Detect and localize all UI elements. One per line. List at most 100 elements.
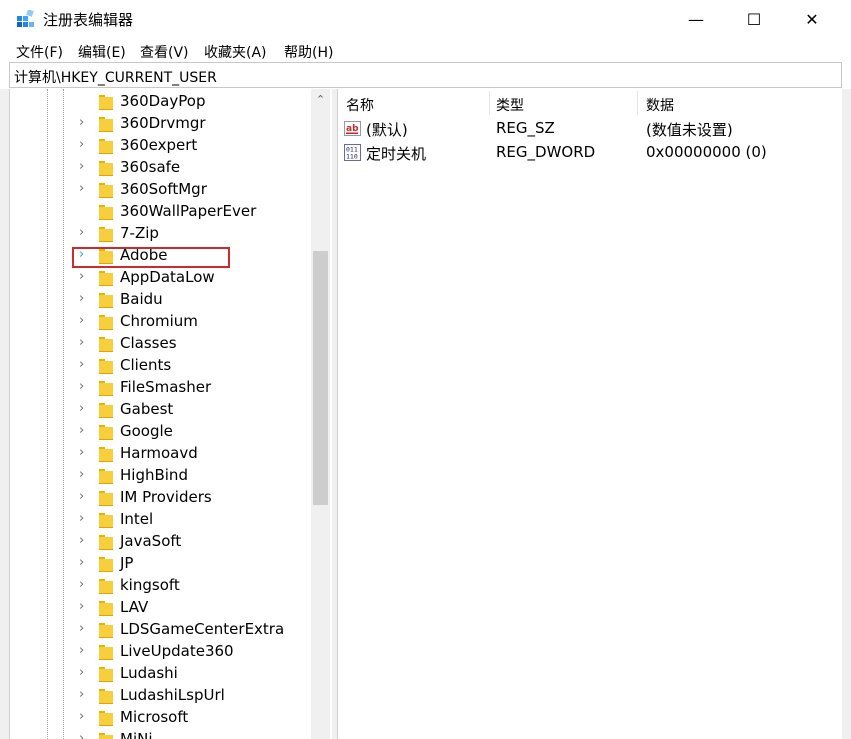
- tree-item-highbind[interactable]: › HighBind: [10, 465, 310, 487]
- chevron-right-icon[interactable]: ›: [79, 732, 91, 739]
- chevron-right-icon[interactable]: ›: [79, 160, 91, 174]
- chevron-right-icon[interactable]: ›: [79, 292, 91, 306]
- folder-icon: [99, 403, 113, 418]
- tree-item-label: Google: [120, 422, 173, 440]
- tree-item-7-zip[interactable]: › 7-Zip: [10, 223, 310, 245]
- folder-icon: [99, 161, 113, 176]
- folder-icon: [99, 315, 113, 330]
- menu-favorites[interactable]: 收藏夹(A): [204, 42, 267, 62]
- folder-icon: [99, 381, 113, 396]
- tree-item-chromium[interactable]: › Chromium: [10, 311, 310, 333]
- close-button[interactable]: ✕: [783, 0, 841, 38]
- tree-item-lav[interactable]: › LAV: [10, 597, 310, 619]
- tree-item-javasoft[interactable]: › JavaSoft: [10, 531, 310, 553]
- address-path[interactable]: 计算机\HKEY_CURRENT_USER: [14, 67, 217, 87]
- folder-icon: [99, 117, 113, 132]
- chevron-right-icon[interactable]: ›: [79, 380, 91, 394]
- tree-item-harmoavd[interactable]: › Harmoavd: [10, 443, 310, 465]
- scroll-thumb[interactable]: [313, 251, 328, 505]
- menu-help[interactable]: 帮助(H): [284, 42, 333, 62]
- tree-item-label: HighBind: [120, 466, 188, 484]
- registry-tree[interactable]: 360DayPop › 360Drvmgr › 360expert › 360safe › 36…: [9, 89, 331, 739]
- chevron-right-icon[interactable]: ›: [79, 578, 91, 592]
- tree-item-mini[interactable]: › MiNi: [10, 729, 310, 739]
- minimize-button[interactable]: —: [667, 0, 725, 38]
- folder-icon: [99, 689, 113, 704]
- chevron-right-icon[interactable]: ›: [79, 424, 91, 438]
- tree-item-im-providers[interactable]: › IM Providers: [10, 487, 310, 509]
- tree-item-intel[interactable]: › Intel: [10, 509, 310, 531]
- value-row-default[interactable]: ab (默认) REG_SZ (数值未设置): [338, 117, 843, 141]
- chevron-right-icon[interactable]: ›: [79, 314, 91, 328]
- tree-item-360drvmgr[interactable]: › 360Drvmgr: [10, 113, 310, 135]
- tree-item-label: 360SoftMgr: [120, 180, 207, 198]
- tree-scrollbar[interactable]: ⌃: [311, 89, 330, 739]
- tree-item-360wallpaperever[interactable]: 360WallPaperEver: [10, 201, 310, 223]
- tree-item-clients[interactable]: › Clients: [10, 355, 310, 377]
- chevron-right-icon[interactable]: ›: [79, 512, 91, 526]
- chevron-right-icon[interactable]: ›: [79, 468, 91, 482]
- folder-icon: [99, 293, 113, 308]
- chevron-right-icon[interactable]: ›: [79, 358, 91, 372]
- menu-view[interactable]: 查看(V): [140, 42, 189, 62]
- chevron-right-icon[interactable]: ›: [79, 182, 91, 196]
- menu-edit[interactable]: 编辑(E): [78, 42, 126, 62]
- column-separator[interactable]: [637, 91, 638, 115]
- tree-item-ludashi[interactable]: › Ludashi: [10, 663, 310, 685]
- chevron-right-icon[interactable]: ›: [79, 644, 91, 658]
- chevron-right-icon[interactable]: ›: [79, 226, 91, 240]
- tree-item-label: Classes: [120, 334, 177, 352]
- folder-icon: [99, 183, 113, 198]
- tree-item-label: Clients: [120, 356, 172, 374]
- chevron-right-icon[interactable]: ›: [79, 446, 91, 460]
- column-separator[interactable]: [489, 91, 490, 115]
- tree-item-label: Harmoavd: [120, 444, 198, 462]
- chevron-right-icon[interactable]: ›: [79, 534, 91, 548]
- tree-item-appdatalow[interactable]: › AppDataLow: [10, 267, 310, 289]
- scroll-up-arrow-icon[interactable]: ⌃: [311, 91, 330, 109]
- chevron-right-icon[interactable]: ›: [79, 138, 91, 152]
- chevron-right-icon[interactable]: ›: [79, 666, 91, 680]
- chevron-right-icon[interactable]: ›: [79, 556, 91, 570]
- chevron-right-icon[interactable]: ›: [79, 600, 91, 614]
- value-name: (默认): [366, 121, 408, 139]
- tree-item-jp[interactable]: › JP: [10, 553, 310, 575]
- chevron-right-icon[interactable]: ›: [79, 490, 91, 504]
- tree-item-360safe[interactable]: › 360safe: [10, 157, 310, 179]
- chevron-right-icon[interactable]: ›: [79, 336, 91, 350]
- chevron-right-icon[interactable]: ›: [79, 402, 91, 416]
- tree-item-baidu[interactable]: › Baidu: [10, 289, 310, 311]
- folder-icon: [99, 337, 113, 352]
- chevron-right-icon[interactable]: ›: [79, 710, 91, 724]
- tree-item-liveupdate360[interactable]: › LiveUpdate360: [10, 641, 310, 663]
- tree-item-360softmgr[interactable]: › 360SoftMgr: [10, 179, 310, 201]
- tree-item-filesmasher[interactable]: › FileSmasher: [10, 377, 310, 399]
- tree-item-microsoft[interactable]: › Microsoft: [10, 707, 310, 729]
- tree-item-label: kingsoft: [120, 576, 180, 594]
- tree-item-label: AppDataLow: [120, 268, 215, 286]
- maximize-button[interactable]: ☐: [725, 0, 783, 38]
- chevron-right-icon[interactable]: ›: [79, 270, 91, 284]
- minimize-icon: —: [688, 9, 704, 29]
- tree-item-ldsgamecenterextra[interactable]: › LDSGameCenterExtra: [10, 619, 310, 641]
- menu-file[interactable]: 文件(F): [16, 42, 63, 62]
- folder-icon: [99, 601, 113, 616]
- chevron-right-icon[interactable]: ›: [79, 688, 91, 702]
- tree-item-360daypop[interactable]: 360DayPop: [10, 91, 310, 113]
- chevron-right-icon[interactable]: ›: [79, 116, 91, 130]
- tree-item-gabest[interactable]: › Gabest: [10, 399, 310, 421]
- tree-item-google[interactable]: › Google: [10, 421, 310, 443]
- close-icon: ✕: [805, 9, 819, 29]
- tree-item-label: 360safe: [120, 158, 181, 176]
- tree-item-label: FileSmasher: [120, 378, 212, 396]
- chevron-right-icon[interactable]: ›: [79, 622, 91, 636]
- tree-item-ludashilspurl[interactable]: › LudashiLspUrl: [10, 685, 310, 707]
- values-list[interactable]: 名称 类型 数据 ab (默认) REG_SZ (数值未设置) 011 110 …: [337, 89, 843, 739]
- tree-item-kingsoft[interactable]: › kingsoft: [10, 575, 310, 597]
- value-row-shutdown[interactable]: 011 110 定时关机 REG_DWORD 0x00000000 (0): [338, 141, 843, 165]
- registry-editor-icon: [17, 10, 34, 27]
- value-type: REG_DWORD: [496, 143, 596, 161]
- tree-item-360expert[interactable]: › 360expert: [10, 135, 310, 157]
- address-bar[interactable]: 计算机\HKEY_CURRENT_USER: [9, 62, 842, 88]
- tree-item-classes[interactable]: › Classes: [10, 333, 310, 355]
